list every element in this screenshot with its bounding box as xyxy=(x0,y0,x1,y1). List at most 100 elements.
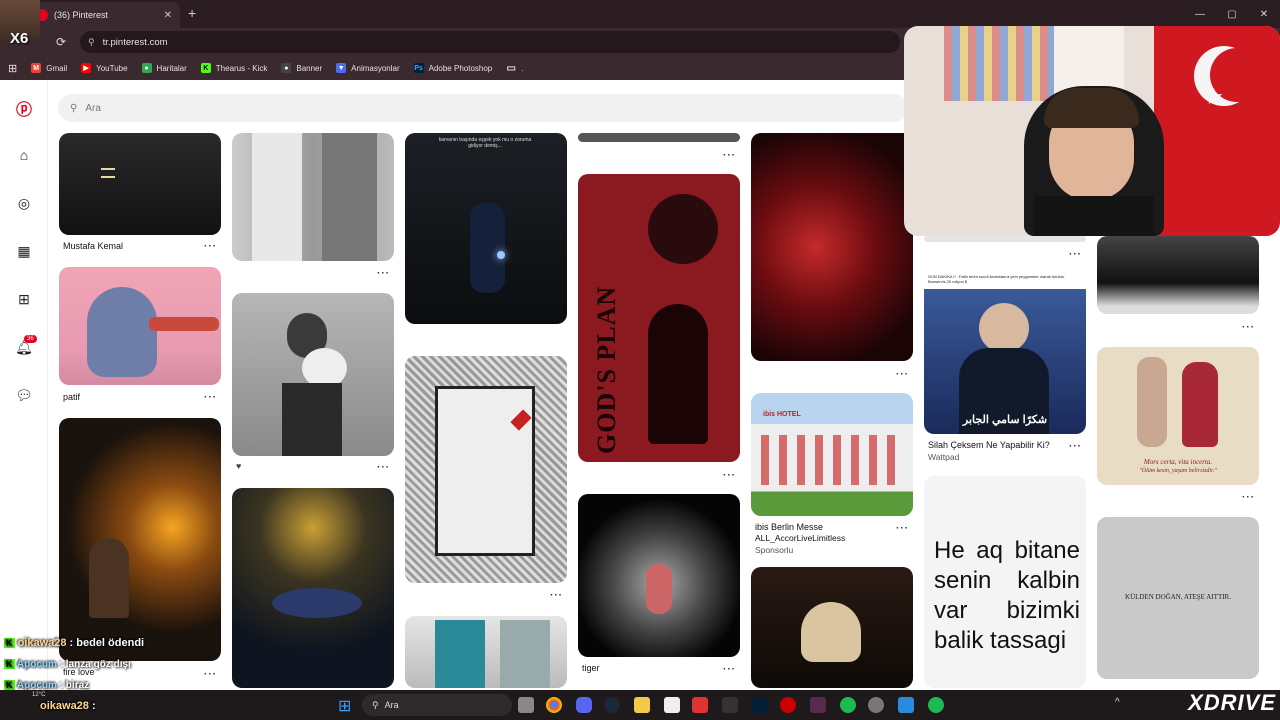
photos-icon[interactable] xyxy=(898,697,914,713)
pin-face-mask[interactable] xyxy=(751,567,913,688)
pin-fire-love[interactable] xyxy=(59,418,221,661)
pin-tiger[interactable] xyxy=(578,494,740,657)
pin-red-clouds[interactable] xyxy=(751,133,913,361)
pin-more-icon[interactable]: ··· xyxy=(1069,249,1082,260)
apps-grid-icon[interactable]: ⊞ xyxy=(8,62,17,75)
kick-badge-icon: K xyxy=(4,638,15,648)
red-app-icon[interactable] xyxy=(780,697,796,713)
pin-more-icon[interactable]: ··· xyxy=(896,523,909,534)
pin-more-icon[interactable]: ··· xyxy=(377,462,390,473)
start-windows-icon[interactable]: ⊞ xyxy=(338,696,351,716)
pin-gold-eye[interactable] xyxy=(232,488,394,688)
bookmark-label: Banner xyxy=(296,63,323,73)
pin-ibis-hotel[interactable]: ibis HOTEL xyxy=(751,393,913,516)
pin-partial-top[interactable] xyxy=(924,236,1086,242)
taskbar-search[interactable]: ⚲ Ara xyxy=(362,694,512,716)
tab-title: (36) Pinterest xyxy=(54,10,109,20)
search-input[interactable]: ⚲ Ara xyxy=(58,94,908,122)
steam-icon[interactable] xyxy=(604,697,620,713)
pin-kulden-dogan[interactable]: KÜLDEN DOĞAN, ATEŞE AITTIR. xyxy=(1097,517,1259,679)
vegas-icon[interactable] xyxy=(810,697,826,713)
pin-more-icon[interactable]: ··· xyxy=(204,669,217,680)
pin-top-partial[interactable] xyxy=(578,133,740,142)
pin-caption[interactable]: Silah Çeksem Ne Yapabilir Ki? xyxy=(928,440,1050,450)
pin-gods-plan[interactable]: GOD'S PLAN xyxy=(578,174,740,462)
pin-fridge[interactable] xyxy=(405,616,567,688)
minimize-button[interactable]: — xyxy=(1184,0,1216,28)
pin-more-icon[interactable]: ··· xyxy=(896,369,909,380)
pinterest-sidebar: ⓟ ⌂ ◎ ▦ ⊞ 🔔︎ 36 💬︎ xyxy=(0,80,48,690)
pin-latin-sub: "Ölüm kesin, yaşam belirsizdir." xyxy=(1139,468,1217,474)
chat-username: oikawa28 xyxy=(17,637,67,649)
bookmark-folder[interactable]: ▭. xyxy=(506,63,524,74)
pin-more-icon[interactable]: ··· xyxy=(550,590,563,601)
tray-chevron-icon[interactable]: ^ xyxy=(1115,697,1120,708)
kick-badge-icon: K xyxy=(4,680,15,690)
tab-close-icon[interactable]: ✕ xyxy=(164,10,172,21)
messages-icon[interactable]: 💬︎ xyxy=(14,385,34,405)
tab-pinterest[interactable]: (36) Pinterest ✕ xyxy=(28,2,180,28)
pin-caption[interactable]: ibis Berlin Messe xyxy=(755,522,823,532)
pin-king-card[interactable] xyxy=(405,356,567,583)
news-icon[interactable] xyxy=(692,697,708,713)
photoshop-taskbar-icon[interactable] xyxy=(752,697,768,713)
webcam-overlay: ★ xyxy=(904,26,1280,236)
pin-quote-text: He aq bitane senin kalbin var bizimki ba… xyxy=(934,537,1080,654)
chat-line: K oikawa28 : bedel ödendi xyxy=(4,637,144,649)
epic-launcher-icon[interactable] xyxy=(722,697,738,713)
pin-more-icon[interactable]: ··· xyxy=(1242,492,1255,503)
spotify-alt-icon[interactable] xyxy=(928,697,944,713)
pin-caption[interactable]: patif xyxy=(63,392,80,402)
bookmark-kick[interactable]: K Thearus - Kick xyxy=(200,63,267,73)
pin-fatih-terim[interactable]: SON DAKİKA !! : Fatih terim suudi Arabis… xyxy=(924,273,1086,434)
boards-icon[interactable]: ▦ xyxy=(14,241,34,261)
bookmark-gmail[interactable]: M Gmail xyxy=(31,63,67,73)
epic-games-icon[interactable] xyxy=(664,697,680,713)
flag-star-icon: ★ xyxy=(1204,84,1224,109)
weather-text[interactable]: 12°C xyxy=(32,692,45,698)
pin-motorcycle[interactable]: karvanın başında eşşek yok mu o zoruma g… xyxy=(405,133,567,324)
bookmark-youtube[interactable]: ▶ YouTube xyxy=(81,63,128,73)
home-icon[interactable]: ⌂ xyxy=(14,145,34,165)
new-tab-button[interactable]: + xyxy=(188,5,196,21)
pin-caption[interactable]: tiger xyxy=(582,663,600,673)
reload-icon[interactable]: ⟳ xyxy=(56,35,66,49)
pin-tom-cat[interactable] xyxy=(59,267,221,385)
file-explorer-icon[interactable] xyxy=(634,697,650,713)
spotify-icon[interactable] xyxy=(840,697,856,713)
pin-mustafa-kemal[interactable] xyxy=(59,133,221,235)
create-plus-icon[interactable]: ⊞ xyxy=(14,289,34,309)
site-info-icon[interactable]: ⚲ xyxy=(88,37,95,48)
pin-arabic-text: شكرًا سامي الجابر xyxy=(962,414,1048,426)
bookmark-animasyonlar[interactable]: ▼ Animasyonlar xyxy=(336,63,400,73)
pin-more-icon[interactable]: ··· xyxy=(204,392,217,403)
discord-icon[interactable] xyxy=(576,697,592,713)
notification-badge: 36 xyxy=(24,335,37,343)
pin-more-icon[interactable]: ··· xyxy=(204,241,217,252)
pin-quote[interactable]: He aq bitane senin kalbin var bizimki ba… xyxy=(924,476,1086,688)
pin-caption[interactable]: Mustafa Kemal xyxy=(63,241,123,251)
close-window-button[interactable]: ✕ xyxy=(1248,0,1280,28)
pin-meeting-bw[interactable] xyxy=(1097,236,1259,314)
task-view-icon[interactable] xyxy=(518,697,534,713)
bookmark-banner[interactable]: ● Banner xyxy=(281,63,322,73)
bookmark-haritalar[interactable]: ● Haritalar xyxy=(141,63,187,73)
chrome-alt-icon[interactable] xyxy=(868,697,884,713)
pin-more-icon[interactable]: ··· xyxy=(1242,322,1255,333)
bookmark-photoshop[interactable]: Ps Adobe Photoshop xyxy=(413,63,492,73)
pin-more-icon[interactable]: ··· xyxy=(1069,441,1082,452)
url-bar[interactable]: ⚲ tr.pinterest.com xyxy=(80,31,900,53)
pin-more-icon[interactable]: ··· xyxy=(723,664,736,675)
pin-more-icon[interactable]: ··· xyxy=(377,268,390,279)
maximize-button[interactable]: ▢ xyxy=(1216,0,1248,28)
pin-wedding-couple[interactable] xyxy=(232,133,394,261)
pinterest-logo-icon[interactable]: ⓟ xyxy=(14,98,34,119)
chrome-icon[interactable] xyxy=(546,697,562,713)
pin-latin-quote[interactable]: Mors certa, vita incerta. "Ölüm kesin, y… xyxy=(1097,347,1259,485)
pin-more-icon[interactable]: ··· xyxy=(723,150,736,161)
pin-child-flowers[interactable] xyxy=(232,293,394,456)
pin-more-icon[interactable]: ··· xyxy=(723,470,736,481)
url-text: tr.pinterest.com xyxy=(102,36,168,48)
search-icon: ⚲ xyxy=(70,102,78,114)
explore-compass-icon[interactable]: ◎ xyxy=(14,193,34,213)
